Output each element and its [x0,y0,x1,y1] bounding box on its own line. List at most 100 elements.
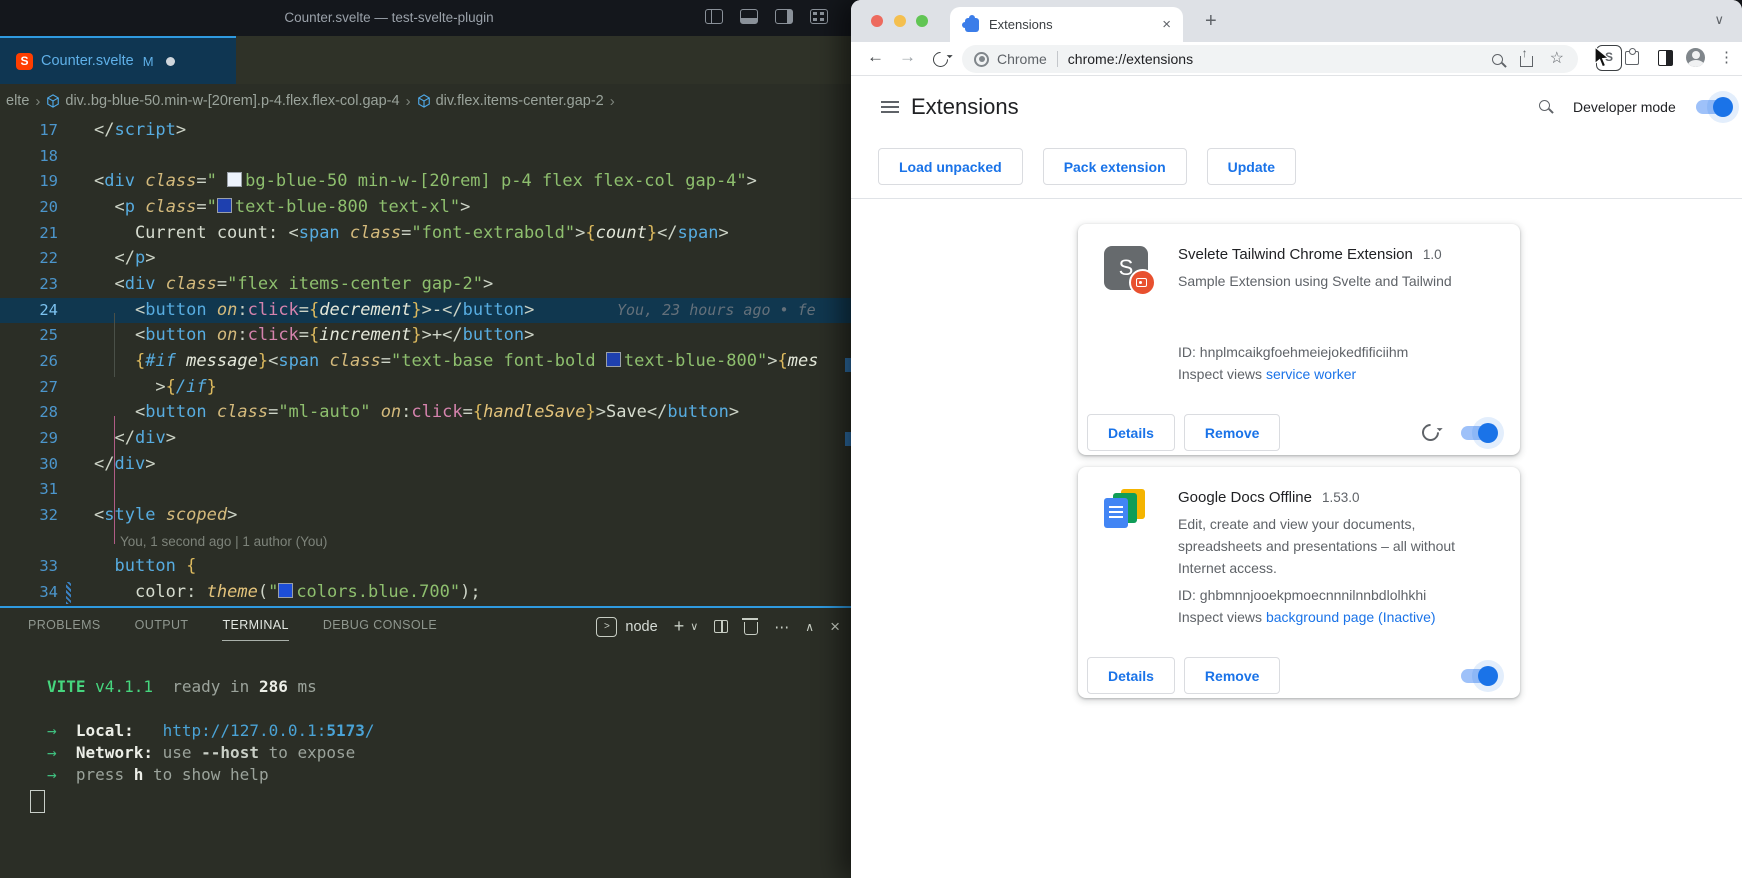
extensions-menu-icon[interactable] [1625,51,1639,65]
terminal-dropdown-icon[interactable]: ∨ [690,620,698,633]
card-body: Google Docs Offline1.53.0Edit, create an… [1078,467,1520,658]
remove-button[interactable]: Remove [1184,657,1280,694]
code-line: <p class="text-blue-800 text-xl"> [94,195,470,221]
sidepanel-icon[interactable] [1658,50,1673,66]
code-row[interactable]: 28 <button class="ml-auto" on:click={han… [0,400,860,426]
code-editor[interactable]: 17</script>1819<div class=" bg-blue-50 m… [0,118,860,606]
terminal-line: → Network: use --host to expose [47,742,375,764]
card-footer: DetailsRemove [1078,415,1520,455]
breadcrumb[interactable]: elte›div..bg-blue-50.min-w-[20rem].p-4.f… [0,84,860,118]
update-button[interactable]: Update [1207,148,1296,185]
panel-tab-terminal[interactable]: TERMINAL [222,618,288,641]
line-number: 29 [0,426,58,452]
terminal-line: → press h to show help [47,764,375,786]
tab-close-icon[interactable]: × [1162,16,1171,33]
address-bar[interactable]: Chrome chrome://extensions ☆ [962,45,1578,73]
zoom-window-button[interactable] [916,15,928,27]
breadcrumb-item[interactable]: div.flex.items-center.gap-2 [436,93,604,109]
chrome-tabstrip: Extensions × + ∨ [851,0,1742,42]
developer-mode-toggle[interactable] [1696,100,1730,114]
close-window-button[interactable] [871,15,883,27]
extension-description: Edit, create and view your documents, sp… [1178,513,1494,579]
tab-title: Extensions [989,17,1162,32]
code-row[interactable]: 25 <button on:click={increment}>+</butto… [0,323,860,349]
extension-badge-icon [1129,269,1156,296]
toggle-panel-icon[interactable] [740,9,758,24]
url-divider [1057,51,1058,67]
code-row[interactable]: 29 </div> [0,426,860,452]
line-number: 34 [0,580,58,606]
share-icon[interactable] [1520,56,1533,67]
bookmark-star-icon[interactable]: ☆ [1550,51,1564,67]
tab-counter-svelte[interactable]: S Counter.svelte M [0,36,236,84]
maximize-panel-icon[interactable]: ∧ [805,620,814,634]
panel-tab-problems[interactable]: PROBLEMS [28,618,101,641]
toggle-secondary-sidebar-icon[interactable] [775,9,793,24]
extension-enabled-toggle[interactable] [1461,426,1495,440]
url-scheme-chip: Chrome [997,51,1047,67]
breadcrumb-item[interactable]: elte [6,93,29,109]
kill-terminal-icon[interactable] [744,622,758,635]
code-row[interactable]: 31 [0,477,860,503]
code-row[interactable]: 30</div> [0,452,860,478]
line-number: 26 [0,349,58,375]
code-row[interactable]: 20 <p class="text-blue-800 text-xl"> [0,195,860,221]
back-icon[interactable]: ← [867,47,884,67]
code-row[interactable]: 26 {#if message}<span class="text-base f… [0,349,860,375]
split-terminal-icon[interactable] [714,620,728,633]
search-icon[interactable] [1539,100,1550,111]
load-unpacked-button[interactable]: Load unpacked [878,148,1023,185]
code-row[interactable]: 27 >{/if} [0,375,860,401]
developer-buttons: Load unpacked Pack extension Update [878,148,1296,185]
tab-extensions[interactable]: Extensions × [950,7,1183,42]
pack-extension-button[interactable]: Pack extension [1043,148,1187,185]
close-panel-icon[interactable]: × [830,617,840,637]
url-text[interactable]: chrome://extensions [1068,51,1492,67]
breadcrumb-item[interactable]: div..bg-blue-50.min-w-[20rem].p-4.flex.f… [65,93,399,109]
vscode-titlebar[interactable]: Counter.svelte — test-svelte-plugin [0,0,860,36]
panel-tab-output[interactable]: OUTPUT [135,618,189,641]
code-row[interactable]: 23 <div class="flex items-center gap-2"> [0,272,860,298]
code-row[interactable]: 21 Current count: <span class="font-extr… [0,221,860,247]
inspect-views: Inspect views service worker [1178,363,1494,385]
card-text: Svelete Tailwind Chrome Extension1.0Samp… [1178,246,1494,385]
code-row[interactable]: 33 button { [0,554,860,580]
toggle-sidebar-icon[interactable] [705,9,723,24]
forward-icon[interactable]: → [899,47,916,67]
screen: Counter.svelte — test-svelte-plugin S Co… [0,0,1742,878]
inspect-views-link[interactable]: background page (Inactive) [1266,609,1436,625]
terminal-shell-label[interactable]: node [625,619,657,635]
tab-search-chevron-icon[interactable]: ∨ [1714,12,1724,28]
code-line: </p> [94,246,155,272]
remove-button[interactable]: Remove [1184,414,1280,451]
zoom-icon[interactable] [1492,54,1503,65]
new-terminal-icon[interactable]: + [674,616,685,637]
panel-more-icon[interactable]: ⋯ [774,618,789,636]
profile-avatar[interactable] [1686,48,1705,67]
inspect-views-link[interactable]: service worker [1266,366,1356,382]
terminal-shell-icon[interactable]: > [596,617,617,637]
code-row[interactable]: 22 </p> [0,246,860,272]
page-title: Extensions [911,94,1019,120]
code-row[interactable]: 32<style scoped> [0,503,860,529]
reload-icon[interactable] [930,49,951,70]
chrome-menu-icon[interactable]: ⋮ [1719,48,1734,66]
hamburger-menu-icon[interactable] [881,101,899,103]
terminal-output[interactable]: VITE v4.1.1 ready in 286 ms → Local: htt… [47,676,375,786]
minimize-window-button[interactable] [894,15,906,27]
code-lens-row[interactable]: You, 1 second ago | 1 author (You) [0,529,860,555]
code-row[interactable]: 17</script> [0,118,860,144]
code-row[interactable]: 34 color: theme("colors.blue.700"); [0,580,860,606]
details-button[interactable]: Details [1087,657,1175,694]
code-line: <button class="ml-auto" on:click={handle… [94,400,739,426]
panel-tab-debug-console[interactable]: DEBUG CONSOLE [323,618,437,641]
extension-reload-icon[interactable] [1418,420,1442,444]
new-tab-button[interactable]: + [1205,10,1217,33]
extension-enabled-toggle[interactable] [1461,669,1495,683]
code-row[interactable]: 19<div class=" bg-blue-50 min-w-[20rem] … [0,169,860,195]
code-row[interactable]: 18 [0,144,860,170]
unsaved-dot-icon[interactable] [166,57,175,66]
details-button[interactable]: Details [1087,414,1175,451]
customize-layout-icon[interactable] [810,9,828,24]
code-row[interactable]: 24 <button on:click={decrement}>-</butto… [0,298,860,324]
